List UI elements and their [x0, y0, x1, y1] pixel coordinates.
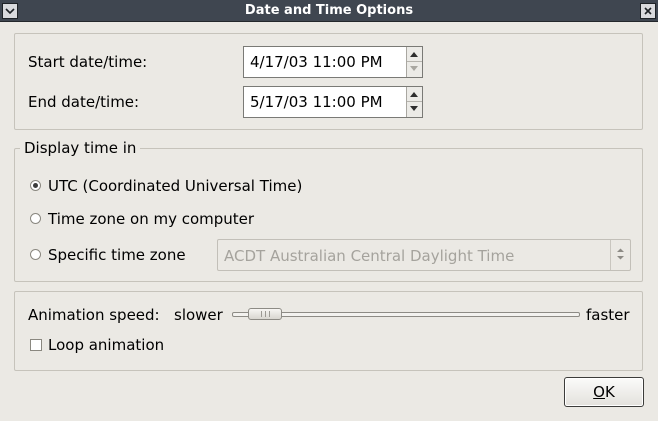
- start-date-input[interactable]: 4/17/03 11:00 PM: [250, 53, 383, 71]
- end-date-input[interactable]: 5/17/03 11:00 PM: [250, 93, 383, 111]
- loop-animation-option[interactable]: Loop animation: [30, 336, 190, 356]
- animation-group: [14, 291, 643, 371]
- radio-label: Time zone on my computer: [48, 210, 255, 228]
- arrow-down-icon: [410, 106, 418, 111]
- ok-button-label: OK: [565, 383, 643, 401]
- arrow-down-icon: [410, 66, 418, 71]
- window-title: Date and Time Options: [244, 3, 414, 18]
- radio-button[interactable]: [30, 213, 41, 224]
- radio-selected-dot: [33, 183, 38, 188]
- radio-button[interactable]: [30, 249, 41, 260]
- faster-label: faster: [586, 306, 630, 324]
- start-date-label: Start date/time:: [28, 53, 148, 71]
- slider-track[interactable]: [232, 312, 580, 317]
- ok-rest: K: [604, 383, 615, 401]
- arrow-up-icon: [410, 92, 418, 97]
- animation-speed-label: Animation speed:: [28, 306, 160, 324]
- radio-label: UTC (Coordinated Universal Time): [48, 177, 303, 195]
- slower-label: slower: [174, 306, 223, 324]
- arrow-up-icon: [410, 52, 418, 57]
- display-time-heading: Display time in: [20, 139, 141, 157]
- end-date-spinbox[interactable]: 5/17/03 11:00 PM: [243, 86, 423, 118]
- radio-label: Specific time zone: [48, 246, 186, 264]
- timezone-select[interactable]: ACDT Australian Central Daylight Time: [217, 239, 631, 271]
- slider-handle[interactable]: [248, 308, 282, 320]
- start-date-increment-button[interactable]: [407, 47, 422, 62]
- end-date-decrement-button[interactable]: [407, 102, 422, 117]
- timezone-select-arrow[interactable]: [610, 240, 630, 270]
- start-date-decrement-button[interactable]: [407, 62, 422, 77]
- end-date-label: End date/time:: [28, 93, 140, 111]
- grip-line: [269, 311, 270, 317]
- loop-animation-label: Loop animation: [48, 336, 165, 354]
- grip-line: [261, 311, 262, 317]
- ok-mnemonic: O: [593, 383, 605, 401]
- radio-option-local[interactable]: Time zone on my computer: [30, 209, 290, 229]
- updown-chevron-icon: [617, 248, 624, 260]
- radio-option-specific[interactable]: Specific time zone: [30, 246, 210, 266]
- grip-line: [265, 311, 266, 317]
- timezone-select-value: ACDT Australian Central Daylight Time: [224, 247, 515, 265]
- animation-speed-slider[interactable]: [232, 305, 580, 325]
- close-button[interactable]: [640, 3, 656, 19]
- ok-button[interactable]: OK: [564, 377, 644, 407]
- title-bar[interactable]: Date and Time Options: [0, 0, 658, 22]
- radio-button[interactable]: [30, 180, 41, 191]
- loop-animation-checkbox[interactable]: [30, 339, 42, 351]
- end-date-increment-button[interactable]: [407, 87, 422, 102]
- close-icon: [644, 7, 652, 15]
- radio-option-utc[interactable]: UTC (Coordinated Universal Time): [30, 176, 350, 196]
- start-date-spinbox[interactable]: 4/17/03 11:00 PM: [243, 46, 423, 78]
